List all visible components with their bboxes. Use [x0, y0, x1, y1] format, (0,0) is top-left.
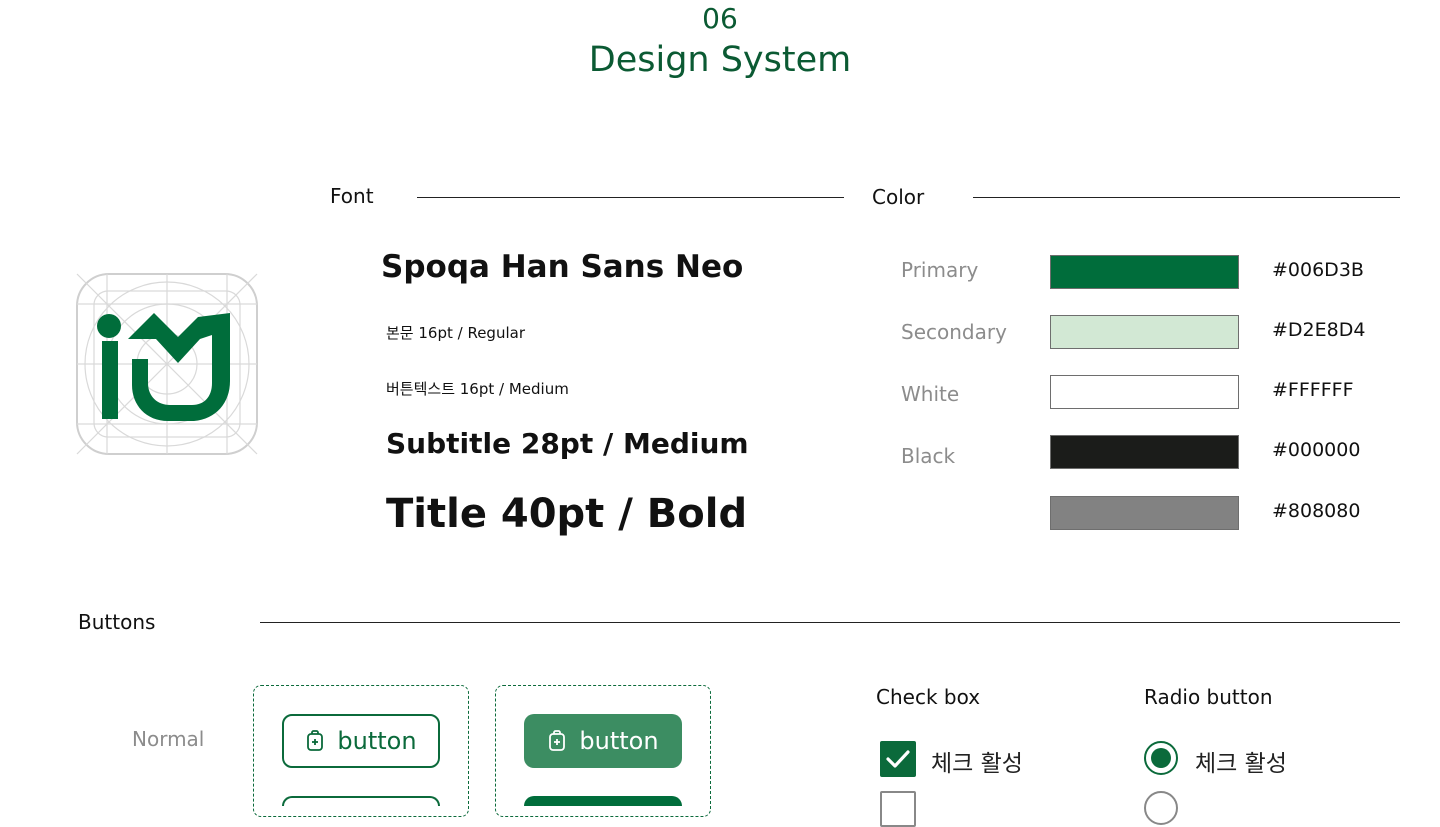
- section-number: 06: [702, 2, 738, 35]
- color-label-primary: Primary: [901, 258, 979, 282]
- state-label-normal: Normal: [132, 727, 205, 751]
- font-family-name: Spoqa Han Sans Neo: [381, 249, 744, 285]
- color-heading: Color: [872, 185, 925, 209]
- color-swatch-white: [1050, 375, 1239, 409]
- color-label-white: White: [901, 382, 960, 406]
- filled-button-label: button: [579, 727, 659, 755]
- radio-title: Radio button: [1144, 685, 1273, 709]
- checkbox-checked-label: 체크 활성: [931, 751, 1023, 777]
- color-label-black: Black: [901, 444, 956, 468]
- font-sample-body: 본문 16pt / Regular: [386, 324, 525, 342]
- font-sample-title: Title 40pt / Bold: [386, 491, 748, 537]
- backpack-icon: [307, 730, 324, 751]
- font-sample-subtitle: Subtitle 28pt / Medium: [386, 427, 749, 460]
- checkbox-unchecked[interactable]: [880, 791, 916, 827]
- font-heading: Font: [330, 184, 374, 208]
- buttons-heading: Buttons: [78, 610, 156, 634]
- filled-button-next[interactable]: [524, 796, 682, 806]
- color-hex-secondary: #D2E8D4: [1272, 319, 1366, 341]
- buttons-divider: [260, 622, 1400, 623]
- color-label-secondary: Secondary: [901, 320, 1007, 344]
- radio-checked[interactable]: [1144, 741, 1178, 775]
- filled-button[interactable]: button: [524, 714, 682, 768]
- checkbox-title: Check box: [876, 685, 981, 709]
- page-title: Design System: [588, 40, 852, 80]
- radio-checked-label: 체크 활성: [1195, 751, 1287, 777]
- color-hex-black: #000000: [1272, 439, 1361, 461]
- color-swatch-gray: [1050, 496, 1239, 530]
- radio-dot: [1151, 748, 1171, 768]
- backpack-icon: [549, 730, 566, 751]
- outline-button-label: button: [337, 727, 417, 755]
- app-logo-icon: [76, 273, 258, 455]
- font-sample-button: 버튼텍스트 16pt / Medium: [386, 380, 569, 398]
- color-hex-gray: #808080: [1272, 500, 1361, 522]
- color-hex-white: #FFFFFF: [1272, 379, 1354, 401]
- color-hex-primary: #006D3B: [1272, 259, 1364, 281]
- radio-unchecked[interactable]: [1144, 791, 1178, 825]
- checkmark-icon: [886, 750, 910, 768]
- color-swatch-primary: [1050, 255, 1239, 289]
- color-swatch-secondary: [1050, 315, 1239, 349]
- outline-button-next[interactable]: [282, 796, 440, 806]
- color-divider: [973, 197, 1400, 198]
- color-swatch-black: [1050, 435, 1239, 469]
- font-divider: [417, 197, 844, 198]
- outline-button[interactable]: button: [282, 714, 440, 768]
- checkbox-checked[interactable]: [880, 741, 916, 777]
